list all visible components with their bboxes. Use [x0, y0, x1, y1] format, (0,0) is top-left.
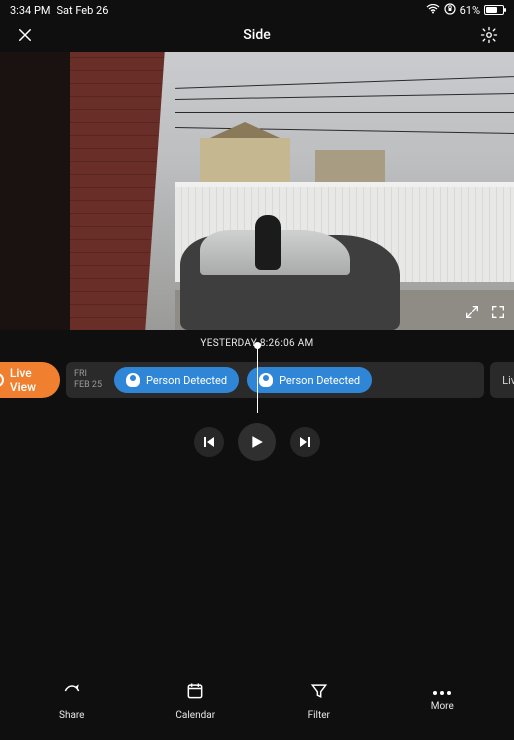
live-chip[interactable]: Live [490, 362, 514, 398]
empty-area [0, 471, 514, 670]
calendar-button[interactable]: Calendar [160, 681, 230, 721]
timeline[interactable]: Live View FRI FEB 25 Person Detected Per… [0, 353, 514, 407]
play-button[interactable] [238, 423, 276, 461]
live-view-button[interactable]: Live View [0, 362, 60, 398]
more-button[interactable]: More [407, 691, 477, 712]
header: Side [0, 18, 514, 52]
close-icon[interactable] [14, 24, 36, 46]
calendar-icon [185, 681, 205, 704]
status-bar: 3:34 PM Sat Feb 26 61% [0, 0, 514, 18]
battery-percent: 61% [460, 4, 480, 17]
transport-controls [0, 407, 514, 471]
next-button[interactable] [290, 427, 320, 457]
share-icon [62, 681, 82, 704]
playhead-indicator[interactable] [257, 343, 258, 413]
battery-icon [484, 5, 504, 15]
timeline-track[interactable]: FRI FEB 25 Person Detected Person Detect… [66, 362, 484, 398]
expand-icon[interactable] [464, 304, 480, 324]
event-person-detected[interactable]: Person Detected [247, 367, 372, 393]
person-icon [259, 373, 273, 387]
share-button[interactable]: Share [37, 681, 107, 721]
bottom-toolbar: Share Calendar Filter More [0, 670, 514, 740]
more-icon [433, 691, 451, 695]
filter-icon [309, 681, 329, 704]
page-title: Side [243, 27, 270, 43]
timeline-date-label: FRI FEB 25 [74, 369, 106, 391]
status-time: 3:34 PM [10, 4, 50, 17]
camera-video-frame[interactable] [0, 52, 514, 330]
wifi-icon [426, 4, 440, 17]
live-view-label: Live View [10, 366, 60, 394]
person-icon [126, 373, 140, 387]
event-person-detected[interactable]: Person Detected [114, 367, 239, 393]
filter-button[interactable]: Filter [284, 681, 354, 721]
gear-icon[interactable] [478, 24, 500, 46]
fullscreen-icon[interactable] [490, 304, 506, 324]
rotation-lock-icon [444, 3, 456, 18]
previous-button[interactable] [194, 427, 224, 457]
live-dot-icon [0, 373, 4, 387]
status-date: Sat Feb 26 [56, 4, 108, 17]
